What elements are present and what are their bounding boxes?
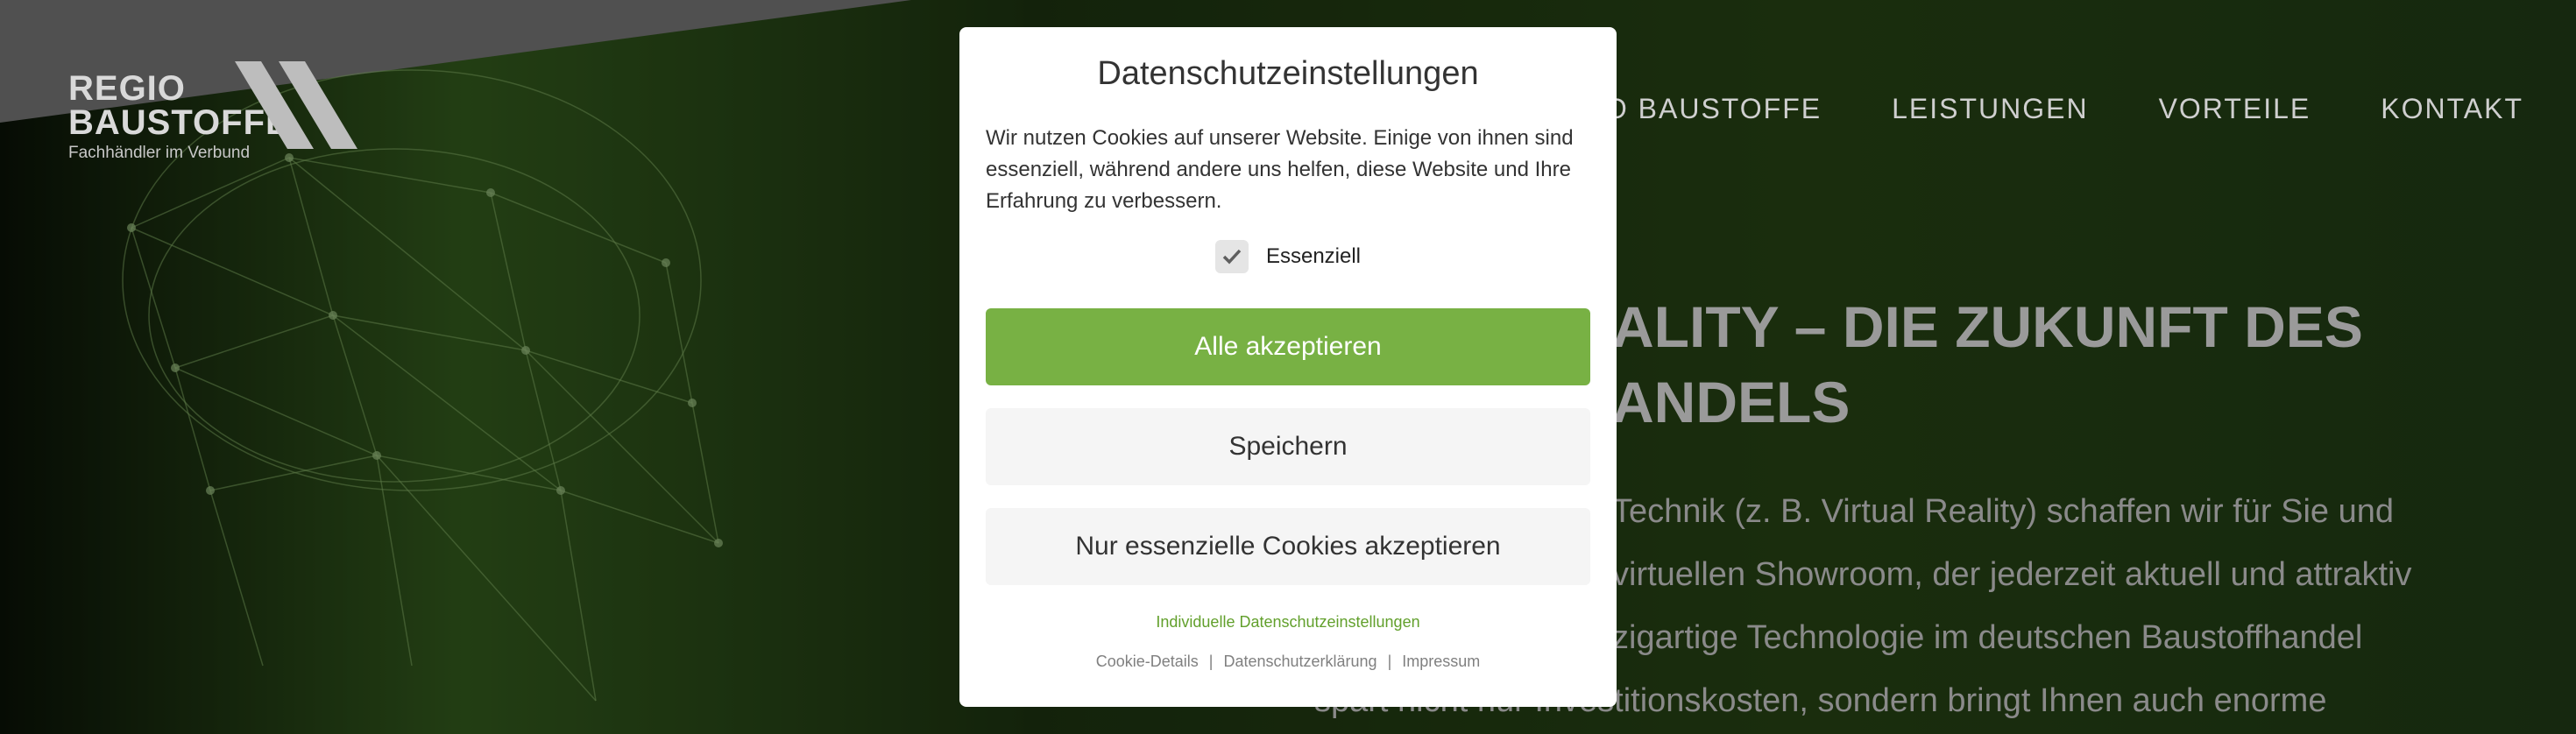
main-navigation: REGIO BAUSTOFFE LEISTUNGEN VORTEILE KONT… <box>1530 93 2523 125</box>
dialog-description: Wir nutzen Cookies auf unserer Website. … <box>986 126 1574 213</box>
dialog-footer-links: Cookie-Details | Datenschutzerklärung | … <box>986 653 1590 671</box>
hero-title-line2: ANDELS <box>1612 370 1851 434</box>
essential-checkbox-label: Essenziell <box>1265 244 1362 268</box>
essential-checkbox[interactable] <box>1214 240 1249 273</box>
imprint-link[interactable]: Impressum <box>1402 653 1480 671</box>
check-icon <box>1222 249 1242 265</box>
save-button[interactable]: Speichern <box>986 408 1590 485</box>
essential-checkbox-row[interactable]: Essenziell <box>986 240 1590 273</box>
accept-essential-only-button[interactable]: Nur essenzielle Cookies akzeptieren <box>986 508 1590 585</box>
nav-vorteile[interactable]: VORTEILE <box>2159 93 2311 125</box>
cookie-details-link[interactable]: Cookie-Details <box>1096 653 1199 671</box>
cookie-consent-dialog: Datenschutzeinstellungen Wir nutzen Cook… <box>959 27 1617 707</box>
accept-all-button[interactable]: Alle akzeptieren <box>986 308 1590 385</box>
nav-kontakt[interactable]: KONTAKT <box>2381 93 2523 125</box>
hero-title: ALITY – DIE ZUKUNFT DES ANDELS <box>1612 289 2488 440</box>
privacy-policy-link[interactable]: Datenschutzerklärung <box>1223 653 1376 671</box>
nav-leistungen[interactable]: LEISTUNGEN <box>1892 93 2088 125</box>
hero-title-line1: ALITY – DIE ZUKUNFT DES <box>1612 294 2363 359</box>
link-separator: | <box>1208 653 1214 670</box>
individual-privacy-settings-link[interactable]: Individuelle Datenschutzeinstellungen <box>986 613 1590 632</box>
link-separator: | <box>1387 653 1392 670</box>
logo-chevron-icon <box>235 61 357 149</box>
dialog-title: Datenschutzeinstellungen <box>1097 55 1479 92</box>
